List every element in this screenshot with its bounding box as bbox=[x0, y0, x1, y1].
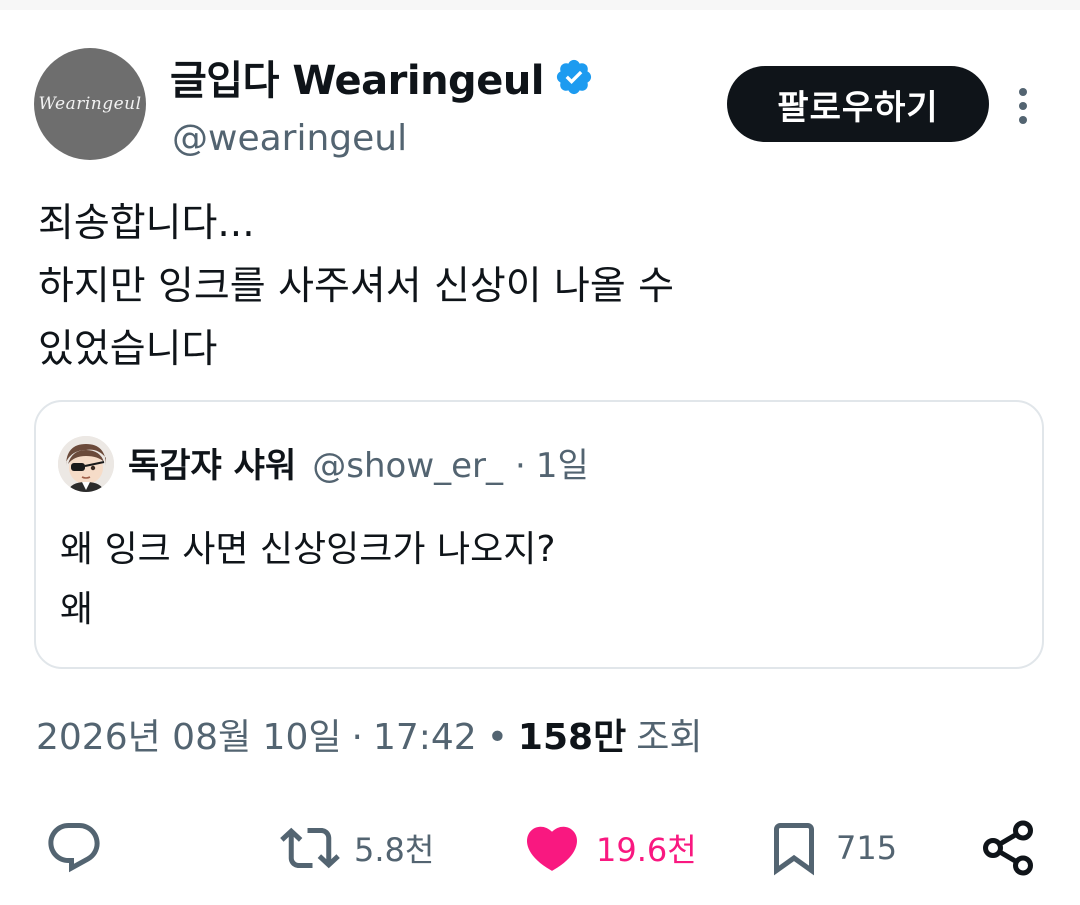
follow-button[interactable]: 팔로우하기 bbox=[727, 66, 989, 142]
meta-separator: · bbox=[351, 717, 363, 758]
meta-separator: • bbox=[486, 717, 508, 758]
bookmark-icon bbox=[774, 823, 814, 876]
quoted-line: 왜 잉크 사면 신상잉크가 나오지? bbox=[60, 529, 556, 570]
tweet-date[interactable]: 2026년 08월 10일 bbox=[36, 708, 341, 760]
verified-badge-icon bbox=[556, 59, 592, 95]
more-options-icon[interactable] bbox=[1012, 86, 1034, 126]
quoted-author-handle[interactable]: @show_er_ bbox=[312, 446, 503, 486]
author-handle[interactable]: @wearingeul bbox=[172, 118, 407, 159]
retweet-button[interactable]: 5.8천 bbox=[278, 818, 434, 878]
quoted-timestamp[interactable]: 1일 bbox=[536, 438, 589, 487]
quoted-tweet[interactable]: 독감쟈 샤워 @show_er_ · 1일 왜 잉크 사면 신상잉크가 나오지?… bbox=[34, 400, 1044, 669]
share-icon bbox=[983, 820, 1033, 876]
bookmark-count: 715 bbox=[836, 829, 898, 867]
quoted-author-avatar[interactable] bbox=[58, 436, 114, 492]
quoted-line: 왜 bbox=[60, 589, 94, 630]
tweet-line: 있었습니다 bbox=[38, 327, 218, 372]
views-label: 조회 bbox=[636, 717, 703, 758]
tweet-text: 죄송합니다... 하지만 잉크를 사주셔서 신상이 나올 수 있었습니다 bbox=[38, 192, 1038, 381]
quoted-text: 왜 잉크 사면 신상잉크가 나오지? 왜 bbox=[60, 520, 555, 640]
quoted-header: 독감쟈 샤워 @show_er_ · 1일 bbox=[128, 438, 589, 487]
retweet-icon bbox=[280, 827, 340, 869]
views-count[interactable]: 158만 bbox=[518, 708, 626, 760]
cartoon-avatar-icon bbox=[58, 436, 114, 492]
top-divider bbox=[0, 0, 1080, 10]
tweet-page: Wearingeul 글입다 Wearingeul @wearingeul 팔로… bbox=[0, 0, 1080, 905]
quoted-separator: · bbox=[515, 446, 526, 486]
action-bar: 5.8천 19.6천 715 bbox=[0, 808, 1080, 888]
tweet-line: 죄송합니다... bbox=[38, 201, 255, 246]
heart-icon bbox=[526, 826, 578, 871]
tweet-meta: 2026년 08월 10일 · 17:42 • 158만 조회 bbox=[36, 708, 702, 760]
author-display-name[interactable]: 글입다 Wearingeul bbox=[170, 48, 594, 106]
avatar-logo-text: Wearingeul bbox=[38, 94, 142, 114]
like-button[interactable]: 19.6천 bbox=[520, 818, 697, 878]
tweet-time[interactable]: 17:42 bbox=[373, 717, 477, 758]
like-count: 19.6천 bbox=[596, 831, 697, 869]
share-button[interactable] bbox=[978, 818, 1038, 878]
quoted-author-name[interactable]: 독감쟈 샤워 bbox=[128, 438, 296, 487]
author-avatar[interactable]: Wearingeul bbox=[34, 48, 146, 160]
tweet-line: 하지만 잉크를 사주셔서 신상이 나올 수 bbox=[38, 264, 675, 309]
author-name[interactable]: 글입다 Wearingeul bbox=[170, 48, 545, 106]
reply-icon bbox=[48, 823, 100, 873]
bookmark-button[interactable]: 715 bbox=[764, 818, 897, 878]
retweet-count: 5.8천 bbox=[354, 831, 435, 869]
reply-button[interactable] bbox=[44, 818, 116, 878]
